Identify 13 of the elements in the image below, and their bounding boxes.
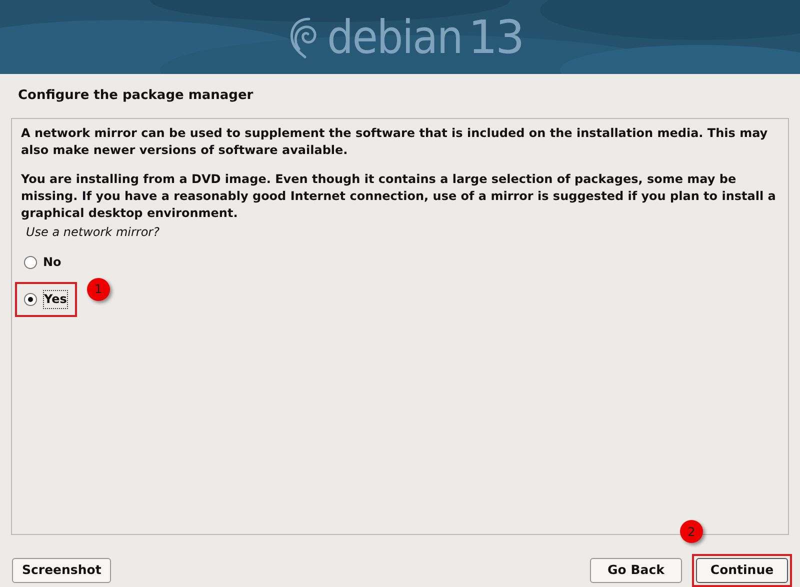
screenshot-button[interactable]: Screenshot (12, 558, 112, 583)
description-paragraph: You are installing from a DVD image. Even though it contains a large selection of packages, some may be missing. If you have a reasonably good Internet connection, use of a mirror is suggested if you plan to install a graphical desktop environment. (21, 170, 777, 222)
logo-wordmark: debian (327, 14, 462, 60)
description-paragraph: A network mirror can be used to supplement the software that is included on the installation media. This may also make newer versions of software available. (21, 124, 769, 159)
go-back-button[interactable]: Go Back (590, 558, 682, 583)
logo-version: 13 (468, 14, 523, 60)
radio-option[interactable]: No (23, 252, 62, 272)
question-label: Use a network mirror? (26, 224, 160, 241)
page-title: Configure the package manager (18, 86, 254, 105)
step-badge: 1 (86, 278, 110, 301)
step-badge: 2 (680, 520, 703, 543)
continue-button[interactable]: Continue (696, 558, 788, 583)
radio-option[interactable]: Yes (23, 288, 69, 310)
